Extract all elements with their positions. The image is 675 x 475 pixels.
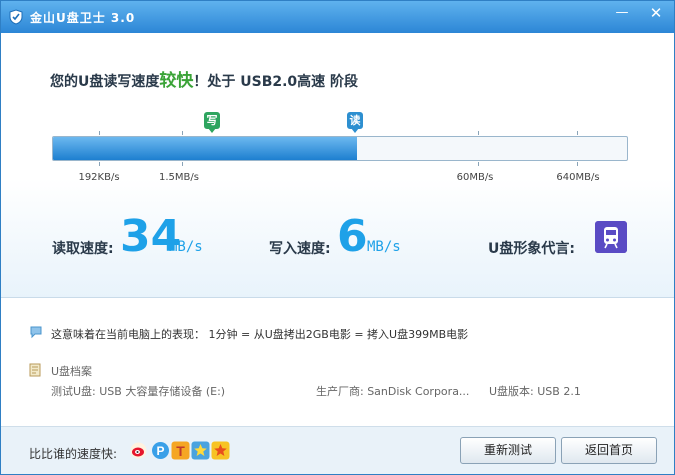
qzone-icon[interactable] (211, 441, 230, 460)
scale-tick (182, 162, 183, 166)
t-icon[interactable]: T (171, 441, 190, 460)
scale-label: 640MB/s (556, 172, 600, 183)
minimize-button[interactable]: — (609, 3, 635, 23)
title-bar: 金山U盘卫士 3.0 — ✕ (1, 1, 674, 33)
speed-bar (52, 136, 628, 161)
write-speed-unit: MB/s (367, 239, 401, 255)
spokesperson-label: U盘形象代言: (488, 241, 575, 257)
bottom-bar: 比比谁的速度快: P T 重新测试 返回首页 (1, 426, 674, 474)
read-speed-label: 读取速度: (52, 241, 114, 257)
scale-label: 1.5MB/s (159, 172, 199, 183)
scale-tick (478, 131, 479, 135)
speed-headline: 您的U盘读写速度较快！处于 USB2.0高速 阶段 (50, 66, 358, 91)
usb-version: U盘版本: USB 2.1 (489, 385, 581, 398)
performance-summary: 这意味着在当前电脑上的表现： 1分钟 = 从U盘拷出2GB电影 = 拷入U盘39… (51, 328, 469, 341)
svg-text:T: T (176, 443, 185, 459)
window-title: 金山U盘卫士 3.0 (30, 11, 136, 25)
p-icon[interactable]: P (151, 441, 170, 460)
close-button[interactable]: ✕ (643, 3, 669, 23)
scale-tick (478, 162, 479, 166)
scale-label: 192KB/s (78, 172, 120, 183)
compare-label: 比比谁的速度快: (29, 447, 118, 461)
speed-rating: 较快 (159, 71, 194, 91)
speech-bubble-icon (30, 326, 42, 339)
scale-tick (577, 131, 578, 135)
shield-icon (9, 9, 23, 25)
scale-tick (99, 131, 100, 135)
svg-text:P: P (156, 444, 164, 458)
scale-tick (577, 162, 578, 166)
home-button[interactable]: 返回首页 (561, 437, 657, 464)
write-speed-label: 写入速度: (269, 241, 331, 257)
headline-prefix: 您的U盘读写速度 (50, 74, 160, 90)
read-speed-marker: 读 (347, 112, 363, 133)
star-icon[interactable] (191, 441, 210, 460)
write-speed-marker: 写 (204, 112, 220, 133)
scale-label: 60MB/s (456, 172, 494, 183)
section-divider (1, 297, 674, 298)
manufacturer: 生产厂商: SanDisk Corpora... (316, 385, 470, 398)
scale-tick (182, 131, 183, 135)
speed-bar-fill (53, 137, 358, 160)
retest-button[interactable]: 重新测试 (460, 437, 556, 464)
write-speed-value: 6 (337, 211, 368, 262)
speed-result-panel: 您的U盘读写速度较快！处于 USB2.0高速 阶段 写 读 192KB/s 1.… (1, 33, 674, 298)
scale-tick (99, 162, 100, 166)
headline-suffix: ！处于 USB2.0高速 阶段 (193, 74, 359, 90)
read-speed-unit: MB/s (169, 239, 203, 255)
weibo-icon[interactable] (129, 441, 148, 460)
train-icon[interactable] (595, 221, 627, 253)
app-window: 金山U盘卫士 3.0 — ✕ 您的U盘读写速度较快！处于 USB2.0高速 阶段… (0, 0, 675, 475)
archive-title: U盘档案 (51, 365, 93, 378)
document-icon (29, 363, 41, 377)
test-device: 测试U盘: USB 大容量存储设备 (E:) (51, 385, 226, 398)
